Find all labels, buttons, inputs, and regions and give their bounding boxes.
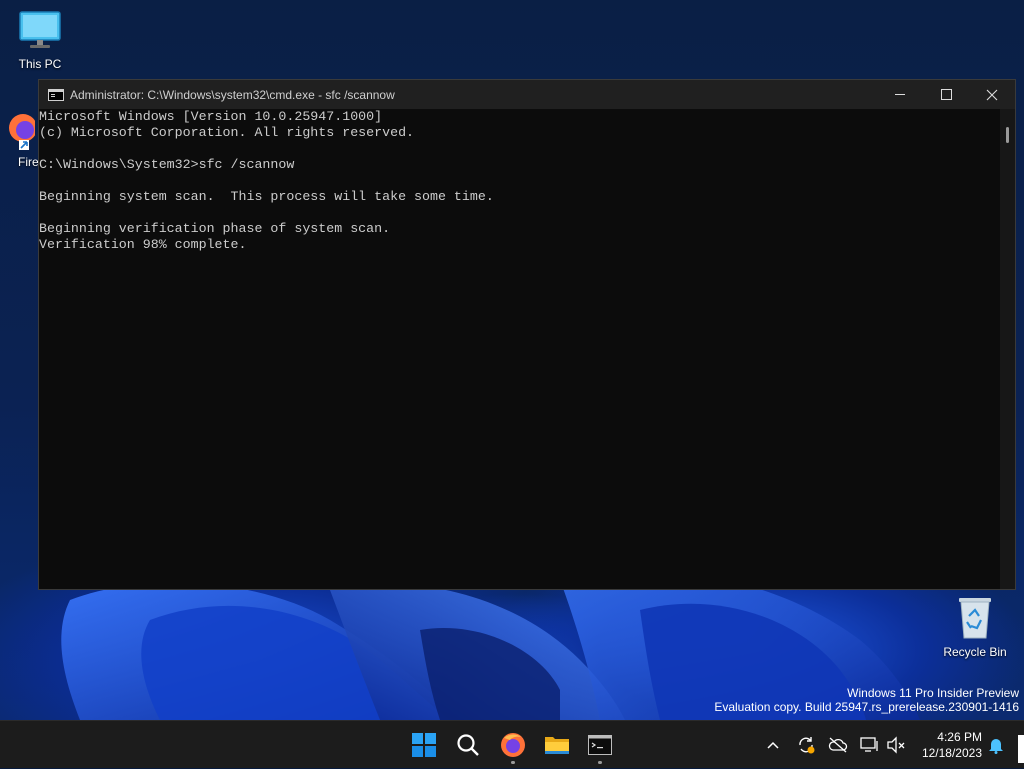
terminal-icon	[588, 735, 612, 755]
network-button[interactable]	[858, 721, 882, 769]
cloud-off-icon	[828, 737, 848, 753]
cmd-icon	[48, 88, 64, 101]
console-line: Verification 98% complete.	[39, 237, 247, 252]
volume-button[interactable]	[884, 721, 908, 769]
console-line: Microsoft Windows [Version 10.0.25947.10…	[39, 109, 383, 124]
clock-date: 12/18/2023	[921, 746, 982, 760]
firefox-icon	[501, 733, 525, 757]
file-explorer-icon	[545, 737, 569, 754]
watermark-line-2: Evaluation copy. Build 25947.rs_prerelea…	[714, 700, 1019, 714]
maximize-icon	[940, 89, 952, 100]
recycle-bin-icon	[959, 598, 991, 639]
update-status-button[interactable]	[794, 721, 818, 769]
onedrive-button[interactable]	[826, 721, 850, 769]
desktop-icon-recycle-bin[interactable]: Recycle Bin	[935, 596, 1015, 659]
minimize-icon	[895, 94, 905, 95]
clock-time: 4:26 PM	[937, 730, 982, 744]
sync-icon	[799, 737, 815, 754]
minimize-button[interactable]	[877, 80, 923, 109]
desktop-icon-label: Fire	[18, 155, 39, 169]
cmd-window[interactable]: Administrator: C:\Windows\system32\cmd.e…	[38, 79, 1016, 590]
network-icon	[860, 737, 878, 752]
search-icon	[457, 734, 479, 756]
console-output[interactable]: Microsoft Windows [Version 10.0.25947.10…	[39, 109, 1001, 589]
close-button[interactable]	[969, 80, 1015, 109]
start-icon	[412, 733, 436, 757]
desktop-icon-firefox[interactable]: Fire	[0, 110, 40, 169]
running-indicator	[598, 761, 602, 764]
monitor-icon	[19, 11, 61, 48]
watermark-line-1: Windows 11 Pro Insider Preview	[847, 686, 1019, 700]
window-title: Administrator: C:\Windows\system32\cmd.e…	[70, 87, 395, 102]
console-line: C:\Windows\System32>sfc /scannow	[39, 157, 295, 172]
desktop-icon-label: This PC	[18, 57, 62, 71]
start-button[interactable]	[406, 727, 442, 763]
vertical-scrollbar[interactable]	[1000, 109, 1015, 589]
taskbar-firefox[interactable]	[495, 727, 531, 764]
desktop-icon-label: Recycle Bin	[943, 645, 1007, 659]
close-icon	[986, 89, 998, 100]
running-indicator	[511, 761, 515, 764]
scrollbar-thumb[interactable]	[1006, 127, 1009, 143]
chevron-up-icon	[767, 741, 779, 749]
search-button[interactable]	[450, 727, 486, 763]
taskbar-file-explorer[interactable]	[539, 727, 575, 763]
console-line: Beginning system scan. This process will…	[39, 189, 494, 204]
taskbar: 4:26 PM 12/18/2023	[0, 720, 1024, 768]
speaker-muted-icon	[887, 736, 905, 754]
maximize-button[interactable]	[923, 80, 969, 109]
show-desktop-button[interactable]	[1018, 735, 1024, 763]
notifications-button[interactable]	[986, 721, 1006, 769]
evaluation-watermark: Windows 11 Pro Insider Preview Evaluatio…	[714, 686, 1019, 714]
console-line: (c) Microsoft Corporation. All rights re…	[39, 125, 415, 140]
taskbar-clock[interactable]: 4:26 PM 12/18/2023	[922, 729, 982, 761]
show-hidden-icons-button[interactable]	[762, 721, 784, 769]
taskbar-command-prompt[interactable]	[582, 727, 618, 764]
window-titlebar[interactable]: Administrator: C:\Windows\system32\cmd.e…	[39, 80, 1015, 109]
firefox-icon	[9, 114, 37, 150]
desktop-icon-this-pc[interactable]: This PC	[0, 10, 80, 71]
console-line: Beginning verification phase of system s…	[39, 221, 391, 236]
bell-icon	[989, 739, 1003, 754]
